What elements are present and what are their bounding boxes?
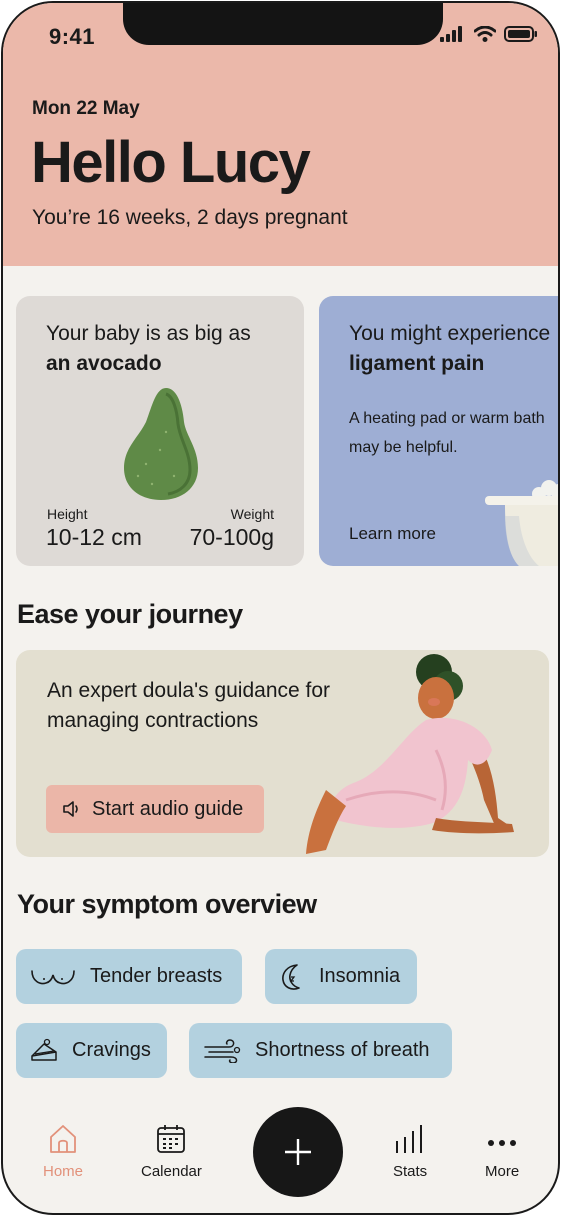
tip-description-line1: A heating pad or warm bath [349,410,545,427]
header: 9:41 Mon 22 May Hello Lucy You’re 16 wee… [3,3,558,266]
moon-icon [282,963,300,990]
breasts-icon [31,969,75,984]
height-label: Height [47,506,88,522]
weight-label: Weight [230,506,274,522]
date-label: Mon 22 May [32,98,140,119]
symptom-tip-card[interactable]: You might experience ligament pain A hea… [319,296,558,566]
tab-more[interactable]: More [485,1123,519,1180]
more-icon [488,1140,517,1146]
learn-more-link[interactable]: Learn more [349,524,436,544]
height-value: 10-12 cm [46,524,142,550]
home-icon [50,1125,76,1153]
start-audio-guide-button[interactable]: Start audio guide [46,785,264,833]
notch [123,3,443,45]
tab-calendar-label: Calendar [141,1163,202,1180]
tab-home-label: Home [43,1163,84,1180]
add-button[interactable] [253,1107,343,1197]
speaker-icon [63,801,78,817]
symptom-chip-label: Cravings [72,1039,151,1061]
symptom-chip-cravings[interactable]: Cravings [16,1023,167,1078]
symptom-chip-label: Insomnia [319,965,401,987]
symptom-chip-tender-breasts[interactable]: Tender breasts [16,949,242,1004]
symptom-chip-label: Tender breasts [90,965,223,987]
calendar-icon [157,1125,186,1153]
stats-icon [396,1125,423,1153]
tab-more-label: More [485,1163,520,1180]
pregnant-woman-illustration [306,654,514,854]
status-icons [440,26,538,42]
phone-screen: 9:41 Mon 22 May Hello Lucy You’re 16 wee… [1,1,560,1215]
start-audio-guide-label: Start audio guide [92,797,244,820]
tip-description: A heating pad or warm bath may be helpfu… [349,404,558,462]
wind-icon [204,1038,241,1063]
avocado-illustration [124,388,198,500]
cake-icon [31,1038,57,1061]
tip-intro: You might experience [349,322,551,345]
tab-calendar[interactable]: Calendar [141,1123,202,1180]
symptom-chip-shortness-of-breath[interactable]: Shortness of breath [189,1023,452,1078]
battery-icon [504,26,537,42]
baby-size-card[interactable]: Your baby is as big as an avocado Height… [16,296,304,566]
bathtub-illustration [485,480,558,566]
wifi-icon [474,26,496,42]
tab-stats-label: Stats [393,1163,428,1180]
symptoms-section-title: Your symptom overview [17,889,317,919]
baby-size-intro: Your baby is as big as [46,322,251,345]
tip-symptom: ligament pain [349,352,485,375]
signal-icon [440,26,462,42]
doula-guide-card[interactable]: An expert doula's guidance for managing … [16,650,549,857]
ease-section-title: Ease your journey [17,599,243,629]
pregnancy-progress: You’re 16 weeks, 2 days pregnant [32,206,348,229]
bottom-tab-bar: Home Calendar Stats More [3,1103,558,1213]
tab-home[interactable]: Home [43,1123,83,1180]
tip-description-line2: may be helpful. [349,439,458,456]
tab-stats[interactable]: Stats [393,1123,427,1180]
symptom-chip-label: Shortness of breath [255,1039,430,1061]
plus-icon [285,1139,311,1165]
weight-value: 70-100g [189,524,274,550]
symptom-chip-insomnia[interactable]: Insomnia [265,949,417,1004]
baby-size-fruit: an avocado [46,352,162,375]
status-time: 9:41 [49,24,96,49]
greeting-title: Hello Lucy [31,130,311,195]
